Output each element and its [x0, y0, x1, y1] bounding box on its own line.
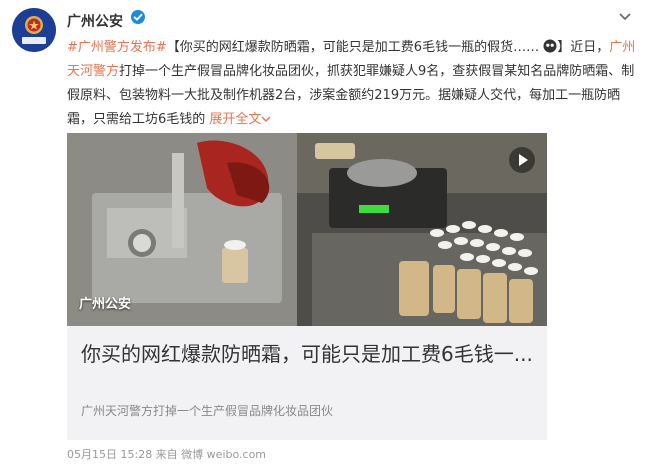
post-headline: 【你买的网红爆款防晒霜，可能只是加工费6毛钱一瓶的假货……: [166, 40, 540, 55]
police-badge-icon: [12, 8, 56, 52]
post-video[interactable]: 广州公安: [67, 133, 547, 326]
article-title[interactable]: 你买的网红爆款防晒霜，可能只是加工费6毛钱一...: [81, 340, 537, 368]
chevron-down-icon[interactable]: [618, 12, 632, 22]
post-text: #广州警方发布#【你买的网红爆款防晒霜，可能只是加工费6毛钱一瓶的假货…… 】近…: [67, 36, 637, 132]
verified-icon: [131, 10, 145, 24]
article-subtitle: 广州天河警方打掉一个生产假冒品牌化妆品团伙: [81, 404, 334, 418]
hashtag-link[interactable]: #广州警方发布#: [67, 40, 167, 55]
expand-label: 展开全文: [209, 112, 262, 127]
video-watermark: 广州公安: [79, 297, 132, 312]
article-card[interactable]: 你买的网红爆款防晒霜，可能只是加工费6毛钱一... 广州天河警方打掉一个生产假冒…: [67, 326, 547, 440]
post-headline-end: 】近日，: [557, 40, 610, 55]
expand-chevron-icon: [261, 116, 271, 122]
expand-button[interactable]: 展开全文: [209, 112, 271, 127]
video-thumbnail: [67, 133, 547, 326]
play-glyph: [519, 154, 528, 166]
play-icon[interactable]: [509, 147, 535, 173]
account-name[interactable]: 广州公安: [67, 11, 123, 31]
post-meta: 05月15日 15:28 来自 微博 weibo.com: [67, 448, 267, 461]
avatar[interactable]: [12, 8, 56, 52]
post-body: 打掉一个生产假冒品牌化妆品团伙，抓获犯罪嫌疑人9名，查获假冒某知名品牌防晒霜、制…: [67, 64, 635, 127]
emoji-icon: [543, 39, 557, 53]
